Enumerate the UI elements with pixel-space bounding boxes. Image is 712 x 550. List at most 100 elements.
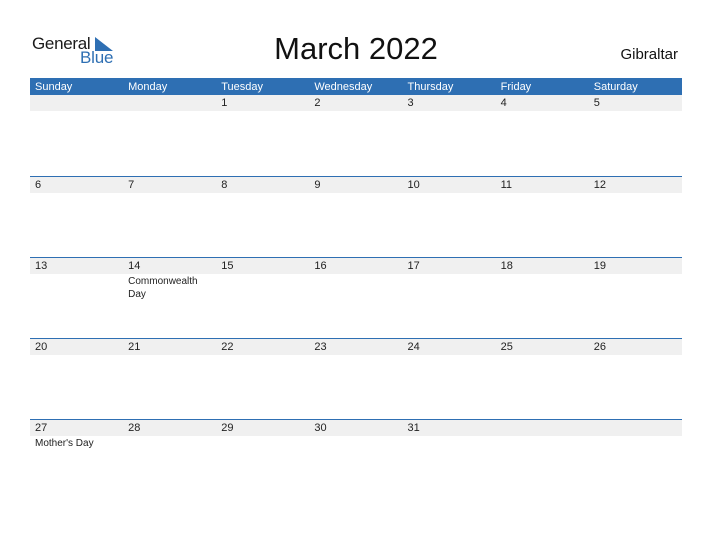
day-number: 29 [221,422,234,434]
day-cell: 29 [216,420,309,450]
day-number: 6 [35,179,42,191]
holiday-label [314,274,394,275]
weekday-monday: Monday [128,81,168,93]
day-number: 21 [128,341,141,353]
holiday-label [594,193,674,194]
day-cell: 26 [589,339,682,356]
day-cell: 16 [309,258,402,301]
day-cell: 21 [123,339,216,356]
day-cell: 7 [123,177,216,194]
day-cell: 5 [589,95,682,112]
weekday-thursday: Thursday [407,81,454,93]
holiday-label [35,193,115,194]
day-number: 17 [407,260,420,272]
holiday-label: Mother's Day [35,438,94,449]
day-number: 18 [500,260,513,272]
day-number: 1 [221,97,228,109]
holiday-label [408,355,488,356]
day-cell [496,420,589,450]
holiday-label [35,355,115,356]
holiday-label [408,193,488,194]
holiday-label [221,274,301,275]
day-cell: 6 [30,177,123,194]
weekday-tuesday: Tuesday [221,81,264,93]
day-number: 3 [407,97,414,109]
week-row: 6 7 8 9 10 11 12 [30,176,682,257]
day-cell: 18 [496,258,589,301]
day-number: 15 [221,260,234,272]
holiday-label [501,274,581,275]
day-cell: 15 [216,258,309,301]
weekday-saturday: Saturday [593,81,638,93]
day-number: 30 [314,422,327,434]
holiday-label [221,193,301,194]
day-cell: 12 [589,177,682,194]
weekday-sunday: Sunday [35,81,73,93]
day-number [594,420,682,436]
day-cell: 28 [123,420,216,450]
weekday-wednesday: Wednesday [314,81,373,93]
day-cell: 13 [30,258,123,301]
holiday-label [314,436,394,437]
day-number: 11 [500,179,513,191]
day-cell: 19 [589,258,682,301]
day-cell: 25 [496,339,589,356]
holiday-label [501,193,581,194]
calendar-grid: Sunday Monday Tuesday Wednesday Thursday… [30,78,682,500]
day-cell [589,420,682,450]
day-number: 20 [35,341,48,353]
week-row: 27 Mother's Day 28 29 30 31 [30,419,682,500]
weekday-friday: Friday [500,81,532,93]
holiday-label [221,436,301,437]
day-cell: 30 [309,420,402,450]
holiday-label [408,274,488,275]
week-row: 13 14 Commonwealth Day 15 16 17 18 19 [30,257,682,338]
day-number [128,95,216,111]
week-row: 20 21 22 23 24 25 26 [30,338,682,419]
holiday-label [128,193,208,194]
holiday-label [35,111,115,112]
day-number: 2 [314,97,321,109]
day-cell: 8 [216,177,309,194]
day-cell: 24 [403,339,496,356]
day-cell [30,95,123,112]
holiday-label [501,355,581,356]
day-cell: 20 [30,339,123,356]
holiday-label [501,436,581,437]
day-cell: 23 [309,339,402,356]
day-number: 19 [593,260,606,272]
day-cell [123,95,216,112]
day-number: 7 [128,179,135,191]
day-cell: 1 [216,95,309,112]
day-number: 13 [35,260,48,272]
day-cell: 4 [496,95,589,112]
day-cell: 9 [309,177,402,194]
holiday-label [128,436,208,437]
holiday-label [314,193,394,194]
holiday-label [221,355,301,356]
day-number: 23 [314,341,327,353]
day-number: 16 [314,260,327,272]
holiday-label [314,111,394,112]
day-number: 22 [221,341,234,353]
weekday-header: Sunday Monday Tuesday Wednesday Thursday… [30,78,682,95]
holiday-label [314,355,394,356]
day-number: 14 [128,260,141,272]
holiday-label [594,111,674,112]
day-cell: 10 [403,177,496,194]
day-number: 10 [407,179,420,191]
day-number [501,420,589,436]
holiday-label [594,436,674,437]
day-cell: 2 [309,95,402,112]
day-cell: 27 Mother's Day [30,420,123,450]
holiday-label [501,111,581,112]
day-number: 5 [593,97,600,109]
day-number: 4 [500,97,507,109]
day-number: 9 [314,179,321,191]
holiday-label [408,111,488,112]
holiday-label [408,436,488,437]
country-label: Gibraltar [620,46,678,63]
day-number: 31 [407,422,420,434]
day-number: 26 [593,341,606,353]
holiday-label [594,355,674,356]
